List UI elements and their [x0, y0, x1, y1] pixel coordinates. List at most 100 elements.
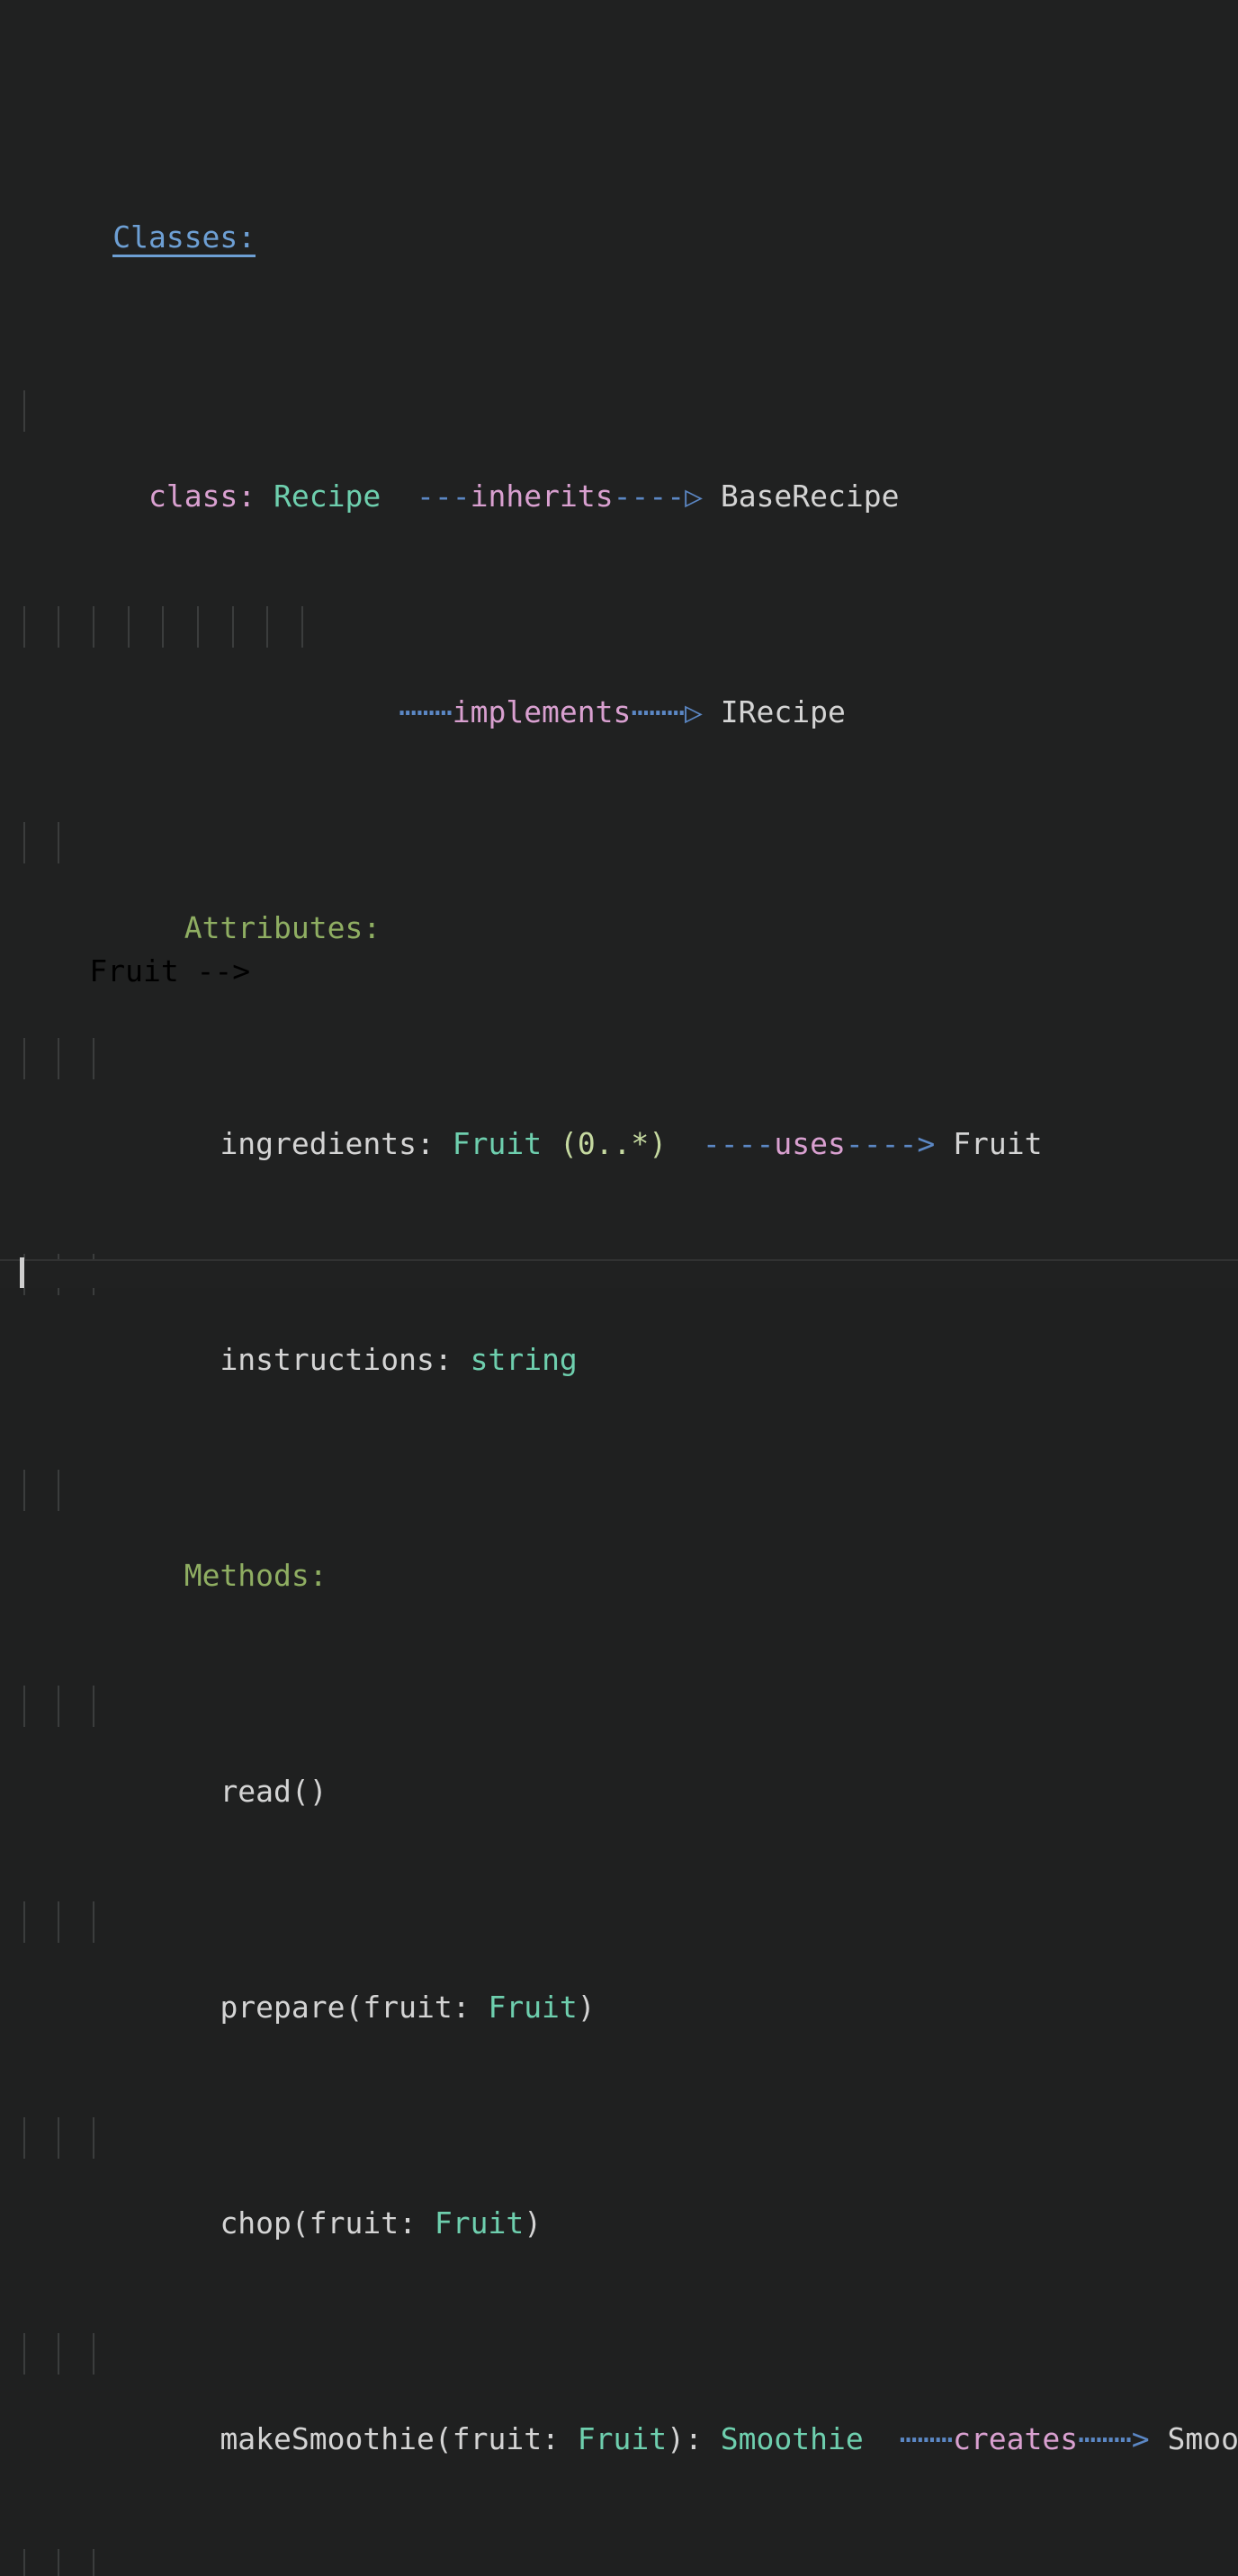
arrowhead-hollow-triangle-icon: ▷ [685, 479, 703, 514]
indent-guides [0, 389, 1238, 432]
relation-label-implements: implements [453, 694, 632, 729]
section-header-methods: Methods: [184, 1558, 327, 1593]
indent-guide [23, 1901, 25, 1943]
attribute-name: ingredients: [220, 1126, 434, 1161]
relation-target-irecipe[interactable]: IRecipe [721, 694, 846, 729]
uml-class-listing: Classes: class: Recipe ---inherits----▷ … [0, 0, 1238, 1259]
indent-guide [128, 606, 130, 648]
parameter-type[interactable]: Fruit [578, 2421, 667, 2456]
space [542, 1126, 560, 1161]
relation-target-smoothie[interactable]: Smoothie [1168, 2421, 1238, 2456]
line-recipe-attributes-header: Attributes: [0, 820, 1238, 863]
indent-guide [58, 1686, 59, 1727]
indent-guide [58, 1901, 59, 1943]
indent-spacer [112, 2421, 220, 2456]
bottom-input-area[interactable] [0, 1261, 1238, 1288]
indent-guide [23, 822, 25, 863]
indent-guide [23, 390, 25, 432]
space [256, 479, 274, 514]
indent-guides [0, 2331, 1238, 2375]
indent-guide [93, 1686, 94, 1727]
line-classes-header: Classes: [0, 173, 1238, 216]
relation-line-implements-pre: ⋯⋯⋯ [399, 694, 453, 729]
space [435, 1126, 453, 1161]
line-method-chop[interactable]: chop(fruit: Fruit) [0, 2115, 1238, 2159]
indent-guide [232, 606, 234, 648]
indent-guide [58, 2333, 59, 2375]
indent-guides [0, 820, 1238, 863]
indent-guide [197, 606, 199, 648]
method-signature-suffix: ) [524, 2205, 542, 2241]
indent-spacer [112, 479, 148, 514]
method-signature-prefix: makeSmoothie(fruit: [220, 2421, 577, 2456]
indent-guide [23, 1038, 25, 1079]
class-name-recipe[interactable]: Recipe [274, 479, 381, 514]
space [703, 479, 721, 514]
method-signature-mid: ): [667, 2421, 721, 2456]
indent-guide [58, 1038, 59, 1079]
space [1150, 2421, 1168, 2456]
line-method-logrecipe[interactable]: logRecipe() (private) [0, 2547, 1238, 2576]
indent-guides [0, 1036, 1238, 1079]
space [864, 2421, 900, 2456]
indent-guide [58, 1470, 59, 1511]
parameter-type[interactable]: Fruit [488, 1990, 577, 2025]
indent-guide [58, 606, 59, 648]
return-type[interactable]: Smoothie [721, 2421, 864, 2456]
relation-label-creates: creates [953, 2421, 1078, 2456]
relation-target-fruit[interactable]: Fruit [953, 1126, 1042, 1161]
indent-spacer [112, 910, 184, 945]
indent-spacer [112, 1558, 184, 1593]
section-header-attributes: Attributes: [184, 910, 381, 945]
line-class-recipe[interactable]: class: Recipe ---inherits----▷ BaseRecip… [0, 389, 1238, 432]
indent-spacer [112, 2205, 220, 2241]
attribute-type[interactable]: Fruit [453, 1126, 542, 1161]
relation-line-creates-post: ⋯⋯⋯ [1078, 2421, 1132, 2456]
indent-guides [0, 604, 1238, 648]
indent-guide [93, 2549, 94, 2576]
relation-line-inherits-pre: --- [417, 479, 471, 514]
indent-spacer [112, 694, 399, 729]
relation-line-implements-post: ⋯⋯⋯ [631, 694, 685, 729]
indent-guides [0, 2547, 1238, 2576]
line-method-makesmoothie[interactable]: makeSmoothie(fruit: Fruit): Smoothie ⋯⋯⋯… [0, 2331, 1238, 2375]
relation-label-inherits: inherits [471, 479, 614, 514]
space [703, 694, 721, 729]
relation-line-inherits-post: ---- [614, 479, 685, 514]
indent-guide [23, 1470, 25, 1511]
terminal-screen: Classes: class: Recipe ---inherits----▷ … [0, 0, 1238, 1288]
indent-spacer [112, 1990, 220, 2025]
line-implements[interactable]: ⋯⋯⋯implements⋯⋯⋯▷ IRecipe [0, 604, 1238, 648]
indent-guide [93, 2333, 94, 2375]
method-signature-prefix: chop(fruit: [220, 2205, 434, 2241]
relation-line-creates-pre: ⋯⋯⋯ [899, 2421, 953, 2456]
arrowhead-hollow-triangle-icon: ▷ [685, 694, 703, 729]
space [935, 1126, 953, 1161]
keyword-class: class: [148, 479, 256, 514]
relation-line-uses-pre: ---- [703, 1126, 774, 1161]
space [453, 1342, 471, 1377]
text-cursor [20, 1257, 24, 1288]
indent-spacer [112, 1774, 220, 1809]
indent-guide [23, 2549, 25, 2576]
arrowhead-icon: > [917, 1126, 935, 1161]
attribute-type: string [471, 1342, 578, 1377]
indent-spacer [112, 1126, 220, 1161]
line-method-prepare[interactable]: prepare(fruit: Fruit) [0, 1900, 1238, 1943]
relation-target-baserecipe[interactable]: BaseRecipe [721, 479, 900, 514]
indent-guides [0, 1900, 1238, 1943]
indent-guide [93, 1901, 94, 1943]
indent-guide [58, 822, 59, 863]
relation-line-uses-post: ---- [846, 1126, 917, 1161]
indent-guides [0, 1468, 1238, 1511]
indent-guides [0, 2115, 1238, 2159]
indent-guide [23, 2117, 25, 2159]
indent-guide [93, 606, 94, 648]
indent-guide [93, 1038, 94, 1079]
line-method-read[interactable]: read() [0, 1684, 1238, 1727]
indent-guide [58, 2117, 59, 2159]
parameter-type[interactable]: Fruit [435, 2205, 524, 2241]
line-attr-ingredients-recipe[interactable]: ingredients: Fruit (0..*) ----uses----> … [0, 1036, 1238, 1079]
line-recipe-methods-header: Methods: [0, 1468, 1238, 1511]
attribute-name: instructions: [220, 1342, 452, 1377]
